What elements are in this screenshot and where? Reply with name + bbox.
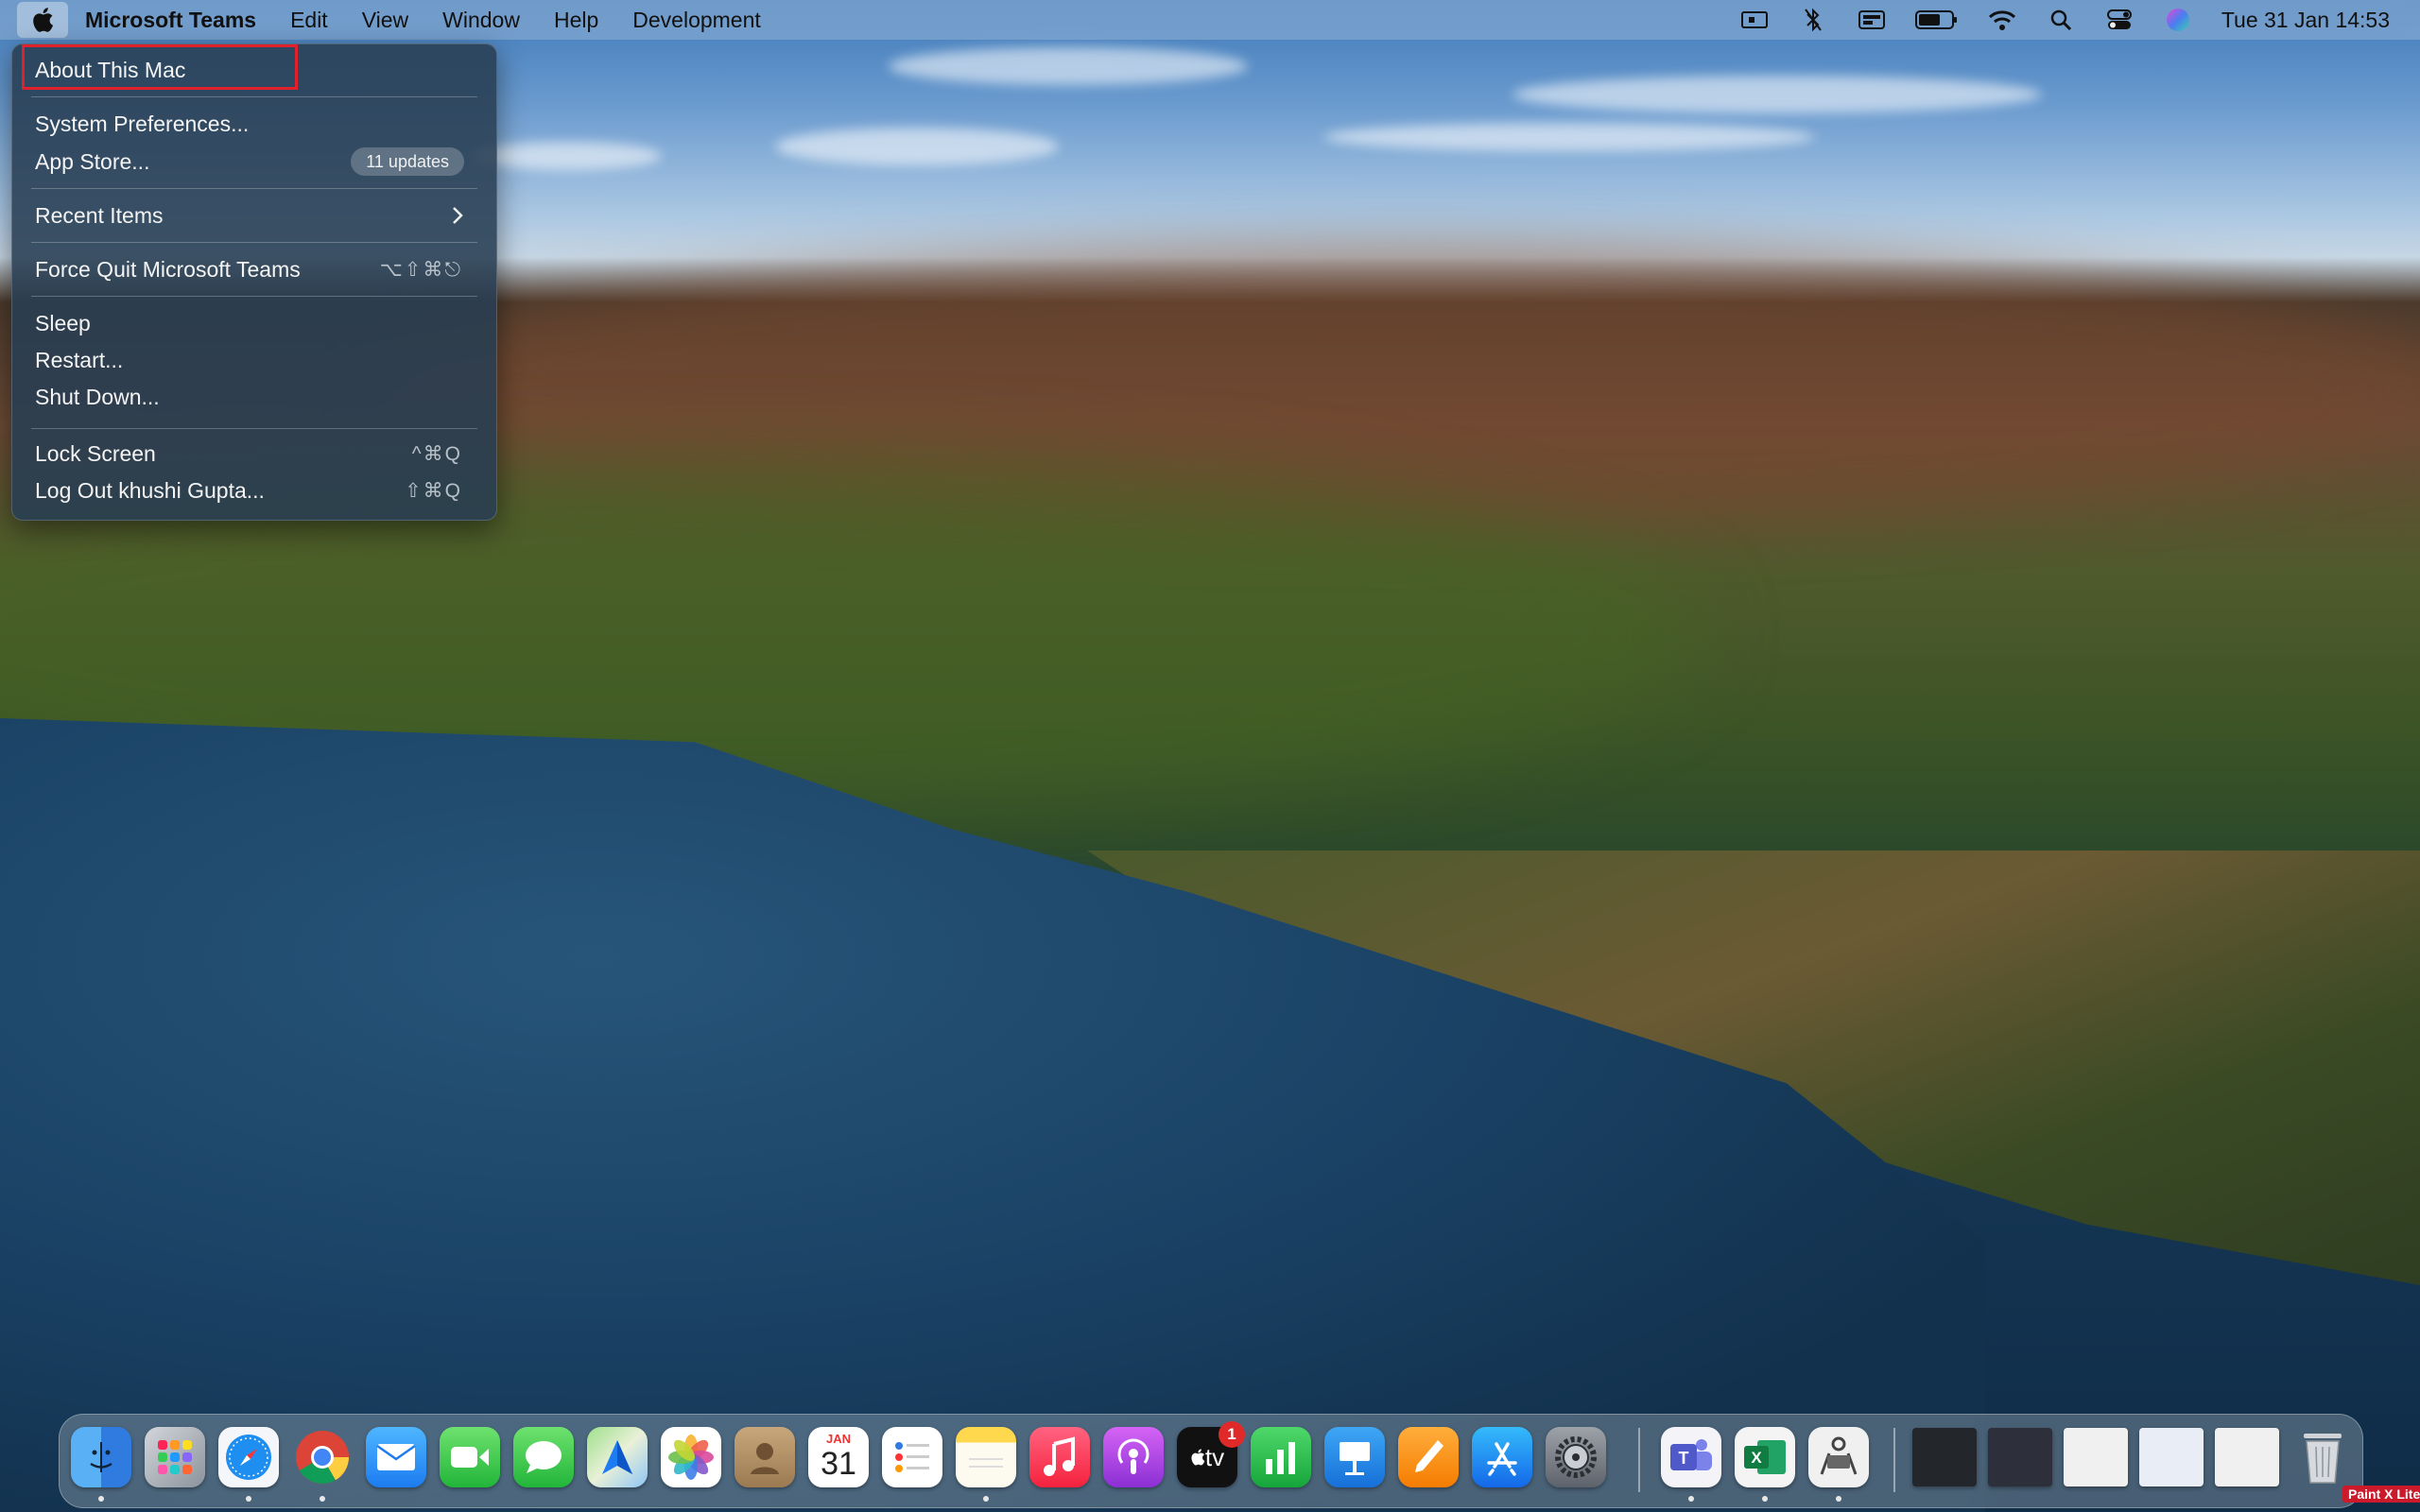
menu-edit[interactable]: Edit [273, 0, 345, 40]
screen-mirror-icon[interactable] [1739, 8, 1770, 32]
dock-minimized-window-thumbnail[interactable] [1988, 1428, 2052, 1486]
siri-icon[interactable] [2163, 8, 2193, 32]
running-indicator [983, 1496, 989, 1502]
dock-minimized-window-thumbnail[interactable] [2139, 1428, 2204, 1486]
dock-music-icon[interactable] [1029, 1427, 1090, 1487]
menu-item-restart[interactable]: Restart... [22, 342, 485, 378]
running-indicator [1836, 1496, 1841, 1502]
dock-messages-icon[interactable] [513, 1427, 574, 1487]
excel-letter: X [1751, 1449, 1762, 1467]
dock-facetime-icon[interactable] [440, 1427, 500, 1487]
battery-icon[interactable] [1914, 8, 1959, 32]
notification-badge: 1 [1219, 1421, 1245, 1448]
menu-item-lock-screen[interactable]: Lock Screen ^⌘Q [22, 436, 485, 472]
dock-podcasts-icon[interactable] [1103, 1427, 1164, 1487]
dock-contacts-icon[interactable] [735, 1427, 795, 1487]
dock-pages-icon[interactable] [1398, 1427, 1459, 1487]
dock-keynote-icon[interactable] [1324, 1427, 1385, 1487]
dock-maps-icon[interactable] [587, 1427, 648, 1487]
menu-item-force-quit[interactable]: Force Quit Microsoft Teams ⌥⇧⌘⎋ [22, 251, 485, 287]
menu-item-shut-down[interactable]: Shut Down... [22, 379, 485, 415]
dock-screenshot-tool-icon[interactable] [1808, 1427, 1869, 1487]
running-indicator [246, 1496, 251, 1502]
running-indicator [320, 1496, 325, 1502]
apple-menu-dropdown: About This Mac System Preferences... App… [11, 43, 497, 521]
keyboard-input-icon[interactable] [1857, 8, 1887, 32]
annotation-highlight-box [22, 44, 298, 90]
menu-item-label: Recent Items [35, 202, 164, 228]
menu-view[interactable]: View [345, 0, 425, 40]
menu-item-app-store[interactable]: App Store... 11 updates [22, 144, 485, 180]
dock-system-preferences-icon[interactable] [1546, 1427, 1606, 1487]
wallpaper-clouds [473, 38, 2363, 189]
calendar-day: 31 [821, 1446, 856, 1482]
dock: JAN 31 tv 1 T X [59, 1414, 2363, 1508]
dock-calendar-icon[interactable]: JAN 31 [808, 1427, 869, 1487]
dock-launchpad-icon[interactable] [145, 1427, 205, 1487]
menu-item-label: Force Quit Microsoft Teams [35, 256, 301, 282]
menu-separator [31, 242, 477, 243]
running-indicator [1762, 1496, 1768, 1502]
menu-item-sleep[interactable]: Sleep [22, 305, 485, 341]
dock-separator [1893, 1428, 1895, 1492]
menu-item-label: Shut Down... [35, 384, 160, 409]
dock-photos-icon[interactable] [661, 1427, 721, 1487]
menu-item-label: App Store... [35, 148, 150, 174]
dock-numbers-icon[interactable] [1251, 1427, 1311, 1487]
menu-help[interactable]: Help [537, 0, 615, 40]
log-out-shortcut: ⇧⌘Q [405, 479, 462, 502]
apple-logo-icon [33, 8, 54, 32]
dock-teams-icon[interactable]: T [1661, 1427, 1721, 1487]
menu-separator [31, 96, 477, 97]
lock-screen-shortcut: ^⌘Q [411, 442, 462, 465]
menu-separator [31, 188, 477, 189]
menu-app-name[interactable]: Microsoft Teams [68, 0, 273, 40]
menu-development[interactable]: Development [615, 0, 778, 40]
dock-trash-icon[interactable] [2292, 1427, 2353, 1487]
watermark-label: Paint X Lite [2342, 1486, 2420, 1503]
spotlight-search-icon[interactable] [2046, 8, 2076, 32]
dock-separator [1638, 1428, 1640, 1492]
dock-minimized-window-thumbnail[interactable] [2064, 1428, 2128, 1486]
force-quit-shortcut: ⌥⇧⌘⎋ [379, 258, 462, 281]
menu-item-recent-items[interactable]: Recent Items [22, 198, 485, 233]
menu-item-label: Sleep [35, 310, 91, 335]
appletv-label: tv [1204, 1442, 1225, 1471]
dock-appletv-icon[interactable]: tv 1 [1177, 1421, 1245, 1487]
menu-item-label: Lock Screen [35, 440, 156, 466]
apple-logo-icon [1191, 1449, 1205, 1466]
menu-window[interactable]: Window [425, 0, 537, 40]
teams-letter: T [1679, 1449, 1689, 1468]
dock-notes-icon[interactable] [956, 1427, 1016, 1487]
dock-minimized-window-thumbnail[interactable] [1912, 1428, 1977, 1486]
control-center-icon[interactable] [2104, 8, 2135, 32]
calendar-month: JAN [825, 1432, 851, 1446]
menu-item-label: Log Out khushi Gupta... [35, 477, 265, 503]
dock-reminders-icon[interactable] [882, 1427, 942, 1487]
menu-bar: Microsoft Teams Edit View Window Help De… [0, 0, 2420, 40]
updates-badge: 11 updates [351, 147, 464, 176]
menu-item-system-preferences[interactable]: System Preferences... [22, 106, 485, 142]
menu-item-log-out[interactable]: Log Out khushi Gupta... ⇧⌘Q [22, 472, 485, 508]
dock-finder-icon[interactable] [71, 1427, 131, 1487]
running-indicator [1688, 1496, 1694, 1502]
dock-minimized-window-thumbnail[interactable] [2215, 1428, 2279, 1486]
dock-mail-icon[interactable] [366, 1427, 426, 1487]
menu-item-label: Restart... [35, 347, 124, 372]
dock-appstore-icon[interactable] [1472, 1427, 1532, 1487]
wifi-icon[interactable] [1987, 8, 2017, 32]
menu-separator [31, 428, 477, 429]
dock-excel-icon[interactable]: X [1735, 1427, 1795, 1487]
running-indicator [98, 1496, 104, 1502]
bluetooth-icon[interactable] [1798, 8, 1828, 32]
menu-item-label: System Preferences... [35, 111, 250, 136]
chevron-right-icon [453, 207, 463, 224]
menubar-clock[interactable]: Tue 31 Jan 14:53 [2221, 8, 2390, 33]
apple-menu-button[interactable] [17, 2, 68, 38]
menu-separator [31, 296, 477, 297]
dock-safari-icon[interactable] [218, 1427, 279, 1487]
dock-chrome-icon[interactable] [292, 1427, 353, 1487]
ocean [0, 718, 1985, 1512]
